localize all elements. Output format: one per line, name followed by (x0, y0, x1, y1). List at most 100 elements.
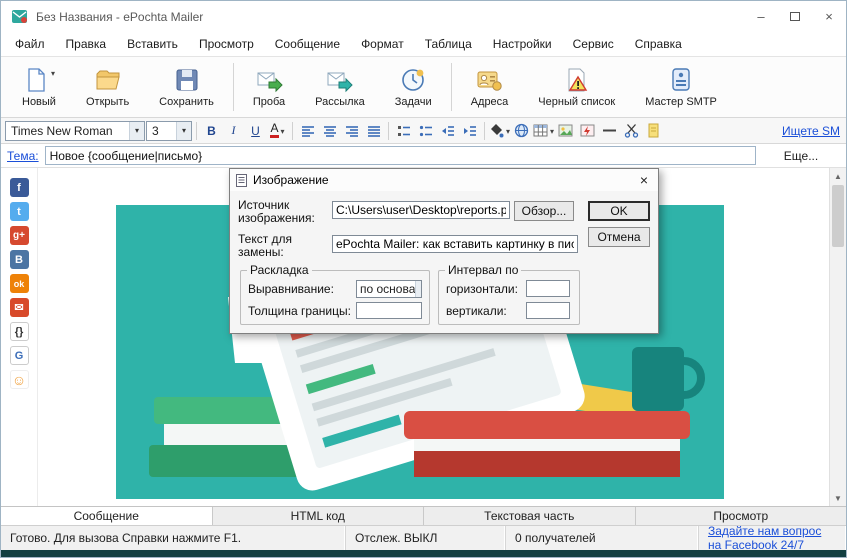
menu-item-insert[interactable]: Вставить (127, 37, 178, 51)
smiley-icon[interactable]: ☺ (10, 370, 29, 389)
border-width-input[interactable] (356, 302, 422, 319)
ok-button[interactable]: OK (588, 201, 650, 221)
new-dropdown-icon[interactable]: ▾ (51, 69, 55, 78)
subject-input[interactable] (45, 146, 756, 165)
menu-item-service[interactable]: Сервис (573, 37, 614, 51)
source-label: Источник изображения: (238, 199, 330, 225)
menu-item-table[interactable]: Таблица (425, 37, 472, 51)
font-size-select[interactable]: 3 ▾ (146, 121, 192, 141)
menu-item-settings[interactable]: Настройки (493, 37, 552, 51)
align-center-button[interactable] (319, 120, 340, 141)
status-facebook-segment: Задайте нам вопрос на Facebook 24/7 (699, 526, 846, 550)
template-page-button[interactable] (643, 120, 664, 141)
scroll-down-icon[interactable]: ▼ (830, 490, 846, 506)
chevron-down-icon: ▾ (176, 122, 191, 140)
toolbar-separator (451, 63, 452, 111)
social-sidebar: f t g+ В ok ✉ {} G ☺ (1, 168, 37, 506)
tab-text-part[interactable]: Текстовая часть (424, 507, 636, 525)
outdent-button[interactable] (437, 120, 458, 141)
facebook-support-link[interactable]: Задайте нам вопрос на Facebook 24/7 (708, 524, 837, 552)
tracking-status: Отслеж. ВЫКЛ (346, 526, 506, 550)
horizontal-rule-button[interactable] (599, 120, 620, 141)
menu-item-view[interactable]: Просмотр (199, 37, 254, 51)
toolbar-tasks-button[interactable]: Задачи (380, 64, 447, 111)
separator (292, 122, 293, 140)
bold-button[interactable]: B (201, 120, 222, 141)
insert-image-button[interactable] (555, 120, 576, 141)
menu-item-format[interactable]: Формат (361, 37, 404, 51)
app-icon (11, 8, 28, 25)
menu-item-edit[interactable]: Правка (66, 37, 107, 51)
tab-message[interactable]: Сообщение (1, 507, 213, 525)
subject-row: Тема: Еще... (1, 144, 846, 168)
toolbar-save-button[interactable]: Сохранить (144, 64, 229, 111)
google-plus-icon[interactable]: g+ (10, 226, 29, 245)
numbered-list-button[interactable] (393, 120, 414, 141)
dialog-close-icon[interactable]: × (635, 172, 653, 188)
scroll-up-icon[interactable]: ▲ (830, 168, 846, 184)
toolbar-new-button[interactable]: ▾ Новый (7, 64, 71, 111)
insert-table-button[interactable]: ▾ (533, 120, 554, 141)
image-dialog-titlebar: Изображение × (230, 169, 658, 191)
code-icon[interactable]: {} (10, 322, 29, 341)
alignment-label: Выравнивание: (248, 283, 334, 296)
browse-button[interactable]: Обзор... (514, 201, 574, 221)
smtp-search-link[interactable]: Ищете SM (782, 124, 842, 138)
save-icon (174, 67, 200, 94)
toolbar-smtp-wizard-button[interactable]: Мастер SMTP (630, 64, 732, 111)
border-width-label: Толщина границы: (248, 305, 351, 318)
tab-html-code[interactable]: HTML код (213, 507, 425, 525)
subject-label-link[interactable]: Тема: (7, 149, 39, 163)
alignment-select[interactable]: по основа ▾ (356, 280, 422, 298)
horizontal-spacing-input[interactable] (526, 280, 570, 297)
vk-icon[interactable]: В (10, 250, 29, 269)
italic-button[interactable]: I (223, 120, 244, 141)
scrollbar-thumb[interactable] (832, 185, 844, 247)
addresses-icon (476, 67, 503, 94)
blacklist-icon (564, 67, 590, 94)
more-button[interactable]: Еще... (762, 149, 840, 163)
separator (388, 122, 389, 140)
facebook-icon[interactable]: f (10, 178, 29, 197)
underline-button[interactable]: U (245, 120, 266, 141)
toolbar-send-button[interactable]: Рассылка (300, 64, 380, 111)
close-button[interactable]: × (812, 1, 846, 32)
separator (196, 122, 197, 140)
window-bottom-edge (1, 550, 846, 557)
toolbar-test-button[interactable]: Проба (238, 64, 300, 111)
font-color-button[interactable]: A▾ (267, 120, 288, 141)
toolbar-addresses-button[interactable]: Адреса (456, 64, 524, 111)
align-left-button[interactable] (297, 120, 318, 141)
image-source-input[interactable] (332, 201, 510, 219)
menu-item-message[interactable]: Сообщение (275, 37, 340, 51)
font-family-select[interactable]: Times New Roman ▾ (5, 121, 145, 141)
tab-preview[interactable]: Просмотр (636, 507, 847, 525)
toolbar-open-button[interactable]: Открыть (71, 64, 144, 111)
google-icon[interactable]: G (10, 346, 29, 365)
indent-button[interactable] (459, 120, 480, 141)
chevron-down-icon: ▾ (506, 127, 510, 136)
twitter-icon[interactable]: t (10, 202, 29, 221)
odnoklassniki-icon[interactable]: ok (10, 274, 29, 293)
align-right-button[interactable] (341, 120, 362, 141)
menu-item-file[interactable]: Файл (15, 37, 45, 51)
cut-button[interactable] (621, 120, 642, 141)
test-send-icon (256, 67, 283, 94)
cancel-button[interactable]: Отмена (588, 227, 650, 247)
main-toolbar: ▾ Новый Открыть Сохранить Проба (1, 56, 846, 118)
tasks-clock-icon (400, 67, 426, 94)
minimize-button[interactable]: – (744, 1, 778, 32)
vertical-scrollbar[interactable]: ▲ ▼ (829, 168, 846, 506)
vertical-spacing-input[interactable] (526, 302, 570, 319)
view-tabs: Сообщение HTML код Текстовая часть Просм… (1, 506, 846, 525)
hyperlink-globe-button[interactable] (511, 120, 532, 141)
toolbar-blacklist-button[interactable]: Черный список (523, 64, 630, 111)
alt-text-input[interactable] (332, 235, 578, 253)
menu-item-help[interactable]: Справка (635, 37, 682, 51)
align-justify-button[interactable] (363, 120, 384, 141)
insert-flash-button[interactable] (577, 120, 598, 141)
fill-color-button[interactable]: ▾ (489, 120, 510, 141)
maximize-button[interactable] (778, 1, 812, 32)
bulleted-list-button[interactable] (415, 120, 436, 141)
email-icon[interactable]: ✉ (10, 298, 29, 317)
